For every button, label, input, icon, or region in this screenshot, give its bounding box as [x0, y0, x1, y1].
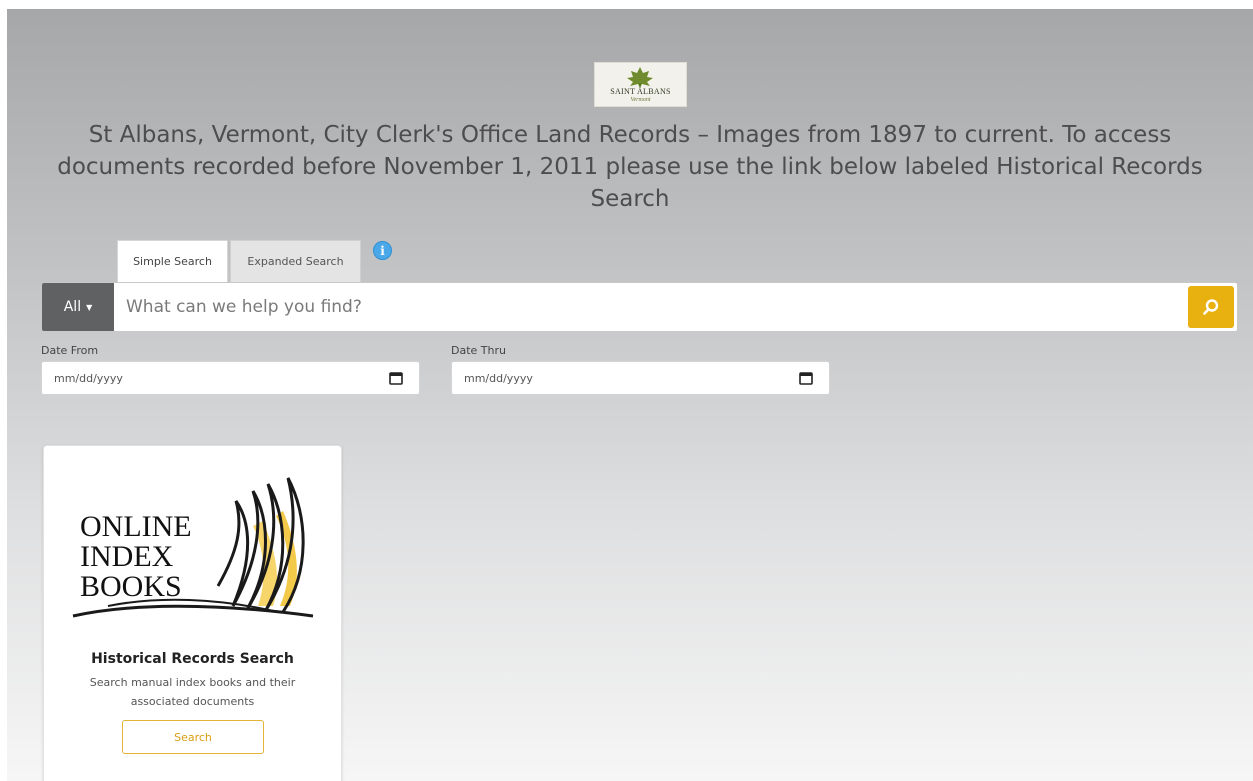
date-thru-field[interactable]: mm/dd/yyyy: [451, 361, 830, 395]
date-from-field[interactable]: mm/dd/yyyy: [41, 361, 420, 395]
tab-expanded-search[interactable]: Expanded Search: [230, 240, 361, 282]
saint-albans-logo: SAINT ALBANS Vermont: [594, 62, 687, 107]
svg-text:INDEX: INDEX: [80, 540, 174, 573]
historical-search-button[interactable]: Search: [122, 720, 264, 754]
logo-letter-o: ONLINE: [80, 510, 192, 543]
logo-subtext: Vermont: [630, 97, 651, 103]
svg-text:BOOKS: BOOKS: [80, 570, 182, 603]
date-from-label: Date From: [41, 344, 99, 357]
calendar-icon[interactable]: [799, 371, 813, 385]
calendar-icon[interactable]: [389, 371, 403, 385]
info-icon[interactable]: i: [373, 241, 392, 260]
caret-down-icon: ▼: [86, 302, 93, 312]
search-input[interactable]: [114, 283, 1184, 331]
page-headline: St Albans, Vermont, City Clerk's Office …: [57, 122, 1203, 212]
search-button[interactable]: [1188, 286, 1234, 328]
date-from-placeholder: mm/dd/yyyy: [54, 372, 123, 385]
logo-wordmark: SAINT ALBANS: [610, 87, 671, 96]
magnifier-icon: [1203, 299, 1219, 315]
date-thru-placeholder: mm/dd/yyyy: [464, 372, 533, 385]
logo-letter-b: BOOKS: [80, 570, 182, 603]
search-bar: All ▼: [41, 282, 1238, 332]
logo-letter-i: INDEX: [80, 540, 174, 573]
online-index-books-logo: ONLINE INDEX BOOKS: [72, 477, 314, 618]
svg-text:ONLINE: ONLINE: [80, 510, 192, 543]
date-thru-label: Date Thru: [451, 344, 506, 357]
card-description: Search manual index books and their asso…: [89, 676, 296, 708]
search-scope-label: All: [63, 299, 82, 315]
search-scope-dropdown[interactable]: All ▼: [42, 283, 114, 331]
card-title: Historical Records Search: [91, 651, 294, 667]
tab-simple-search[interactable]: Simple Search: [117, 240, 228, 282]
page-background: SAINT ALBANS Vermont St Albans, Vermont,…: [7, 9, 1253, 781]
historical-records-card: ONLINE INDEX BOOKS Historical Records Se…: [43, 445, 342, 781]
